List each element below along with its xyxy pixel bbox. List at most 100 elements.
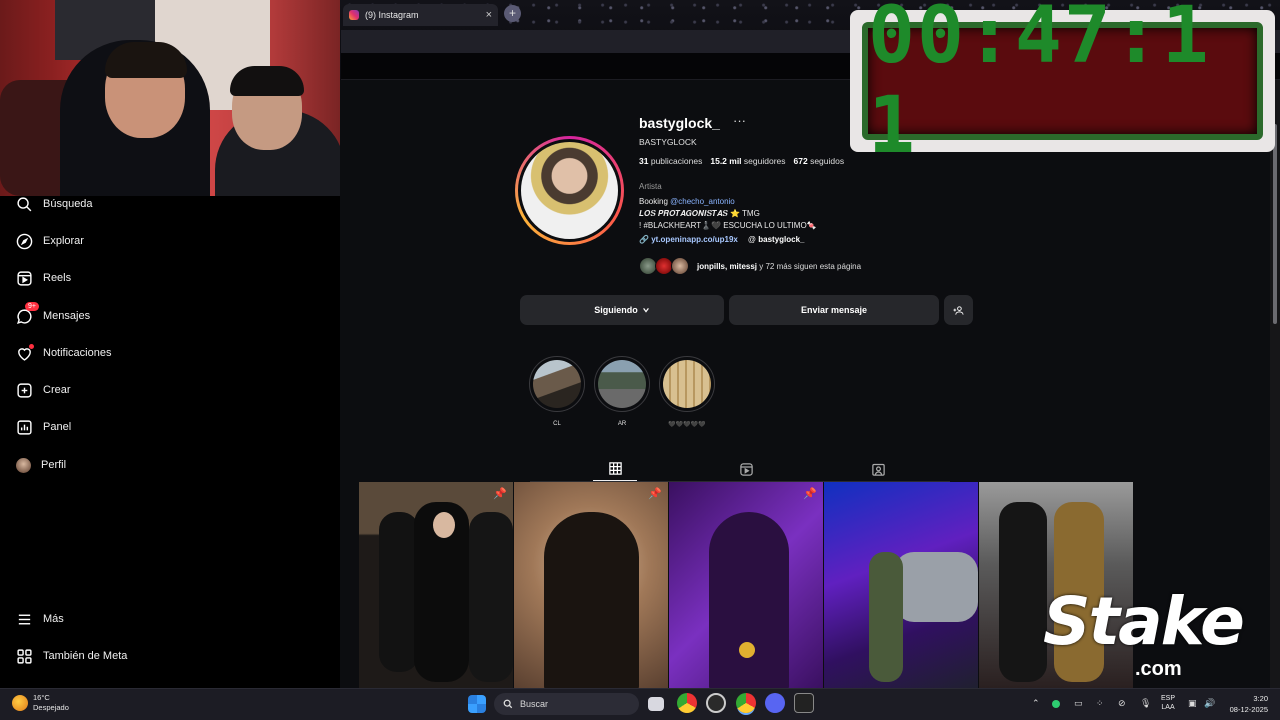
tab-reels[interactable] (724, 457, 768, 481)
sidebar-item-label: Explorar (43, 235, 84, 247)
profile-full-name: BASTYGLOCK (639, 137, 697, 147)
followed-by[interactable]: jonpills, mitessj y 72 más siguen esta p… (639, 257, 861, 275)
notification-dot (29, 343, 34, 349)
post-car (894, 552, 978, 622)
sidebar-item-perfil[interactable]: Perfil (16, 455, 66, 475)
chevron-down-icon (642, 308, 649, 313)
sidebar-item-tambien-de-meta[interactable]: También de Meta (16, 646, 127, 666)
tray-app-icon[interactable]: ▭ (1074, 698, 1083, 709)
webcam-person-left-hair (105, 42, 187, 78)
webcam-overlay (0, 0, 340, 196)
post-tile[interactable]: 📌 (514, 482, 668, 688)
followers-stat[interactable]: 15.2 mil seguidores (710, 156, 785, 166)
suggest-people-button[interactable] (944, 295, 973, 325)
sidebar-item-explorar[interactable]: Explorar (16, 231, 84, 251)
tray-network-off-icon[interactable]: ⊘ (1118, 698, 1126, 709)
sidebar-item-notificaciones[interactable]: Notificaciones (16, 343, 111, 363)
discord-icon[interactable] (765, 693, 785, 713)
tray-overflow-icon[interactable]: ⌃ (1032, 698, 1040, 709)
volume-icon[interactable]: 🔊 (1204, 698, 1215, 709)
post-tile[interactable]: 📌 (359, 482, 513, 688)
scrollbar-thumb[interactable] (1273, 124, 1277, 324)
countdown-timer-overlay: 00:47:1 1 (850, 0, 1275, 171)
highlight-hearts[interactable]: 🖤🖤🖤🖤🖤 (658, 356, 716, 428)
stake-domain: .com (1135, 658, 1182, 680)
clock-time: 3:20 (1253, 694, 1268, 703)
chart-icon (17, 419, 32, 435)
post-figure (544, 512, 639, 688)
external-link[interactable]: 🔗 yt.openinapp.co/up19x (639, 235, 738, 244)
weather-widget[interactable]: 16°C Despejado (12, 693, 69, 713)
following-stat[interactable]: 672 seguidos (794, 156, 845, 166)
post-figure (709, 512, 789, 688)
tab-tagged[interactable] (856, 457, 900, 481)
highlight-ring (529, 356, 585, 412)
highlight-ar[interactable]: AR (593, 356, 651, 427)
highlight-cover (598, 360, 646, 408)
post-figure (869, 552, 903, 682)
timer-digits: 00:47:1 1 (868, 0, 1211, 171)
epic-games-icon[interactable] (794, 693, 814, 713)
highlight-cover (533, 360, 581, 408)
highlight-cover (663, 360, 711, 408)
chrome-icon[interactable] (677, 693, 697, 713)
profile-avatar-story-ring[interactable] (515, 136, 624, 245)
tagged-icon (871, 463, 885, 476)
post-figure (469, 512, 513, 682)
sidebar-item-busqueda[interactable]: Búsqueda (16, 194, 93, 214)
tab-posts[interactable] (593, 457, 637, 481)
sidebar-item-label: Notificaciones (43, 347, 112, 359)
sidebar-item-crear[interactable]: Crear (16, 380, 71, 400)
obs-icon[interactable] (706, 693, 726, 713)
new-tab-button[interactable]: + (504, 5, 521, 22)
tray-status-icon[interactable] (1052, 700, 1060, 708)
tab-title: (9) Instagram (365, 10, 419, 20)
instagram-favicon-icon (349, 10, 359, 20)
plus-square-icon (17, 382, 32, 398)
sidebar-item-mas[interactable]: Más (16, 609, 64, 629)
sidebar-item-panel[interactable]: Panel (16, 417, 71, 437)
send-message-button[interactable]: Enviar mensaje (729, 295, 939, 325)
language-indicator[interactable]: ESP LAA (1161, 694, 1175, 712)
more-options-icon[interactable]: ··· (733, 113, 746, 128)
clock-date: 08-12-2025 (1229, 705, 1268, 714)
post-tile[interactable]: 📌 (669, 482, 823, 688)
weather-desc: Despejado (33, 703, 69, 712)
tray-grid-icon[interactable]: ⁘ (1096, 698, 1104, 709)
highlight-ring (594, 356, 650, 412)
browser-tab-instagram[interactable]: (9) Instagram × (343, 4, 498, 26)
posts-stat: 31 publicaciones (639, 156, 703, 166)
threads-link[interactable]: @ bastyglock_ (748, 235, 805, 244)
sidebar-item-label: Mensajes (43, 310, 91, 322)
reels-icon (17, 270, 32, 286)
sidebar-item-label: Perfil (41, 459, 67, 471)
post-figure (379, 512, 419, 672)
follower-avatar (671, 257, 689, 275)
sidebar-item-mensajes[interactable]: 9+ Mensajes (16, 301, 91, 326)
post-figure (999, 502, 1047, 682)
microphone-icon[interactable]: 🎙 (1140, 698, 1151, 709)
task-view-icon[interactable] (648, 697, 664, 711)
page-scrollbar[interactable] (1270, 80, 1280, 688)
followed-by-text: jonpills, mitessj y 72 más siguen esta p… (697, 261, 862, 271)
post-tile[interactable] (824, 482, 978, 688)
chrome-active-icon[interactable] (736, 693, 756, 713)
profile-category: Artista (639, 182, 662, 191)
post-medallion (739, 642, 755, 658)
close-tab-icon[interactable]: × (486, 9, 492, 21)
sidebar-item-reels[interactable]: Reels (16, 268, 71, 288)
windows-taskbar (0, 688, 1280, 720)
booking-mention-link[interactable]: @checho_antonio (670, 197, 735, 206)
highlight-cl[interactable]: CL (528, 356, 586, 427)
bio-line-blackheart: ! #BLACKHEART♟️🖤 ESCUCHA LO ULTIMO🍬 (639, 221, 817, 230)
webcam-person-right-hair (230, 66, 304, 96)
stake-logo-overlay: Stake .com (1043, 583, 1263, 691)
taskbar-clock[interactable]: 3:20 08-12-2025 (1226, 693, 1268, 715)
windows-start-icon[interactable] (468, 695, 486, 713)
following-button[interactable]: Siguiendo (520, 295, 724, 325)
highlight-label: AR (617, 421, 627, 427)
taskbar-search[interactable]: Buscar (494, 693, 639, 715)
timer-panel: 00:47:1 1 (862, 0, 1263, 171)
search-icon (503, 699, 513, 709)
display-icon[interactable]: ▣ (1188, 698, 1197, 709)
